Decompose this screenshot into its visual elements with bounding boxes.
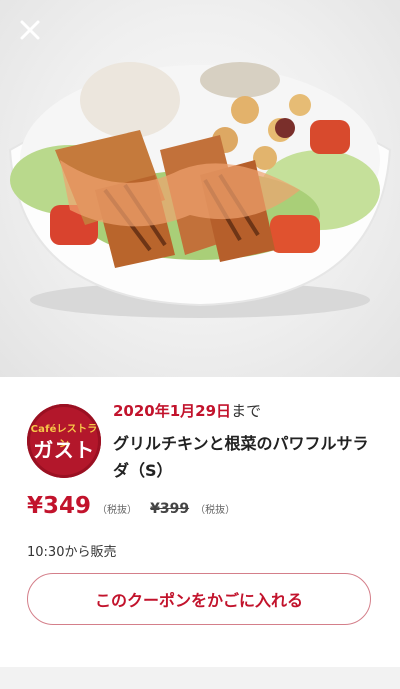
original-price-tax: （税抜）: [195, 505, 236, 516]
coupon-deadline: 2020年1月29日まで: [113, 400, 261, 421]
salad-image: [8, 62, 392, 318]
coupon-price-tax: （税抜）: [97, 505, 138, 516]
sale-time: 10:30から販売: [27, 545, 117, 560]
original-price: ¥399: [150, 501, 190, 517]
gusto-logo: Caféレストラン ガスト: [27, 404, 101, 478]
bottom-strip: [0, 667, 400, 689]
deadline-suffix: まで: [231, 402, 262, 420]
deadline-date: 2020年1月29日: [113, 402, 232, 420]
add-to-cart-button[interactable]: このクーポンをかごに入れる: [27, 573, 371, 625]
price-row: ¥349 （税抜） ¥399 （税抜）: [27, 493, 235, 519]
coupon-info: Caféレストラン ガスト 2020年1月29日まで グリルチキンと根菜のパワフ…: [0, 377, 400, 689]
close-button[interactable]: [14, 14, 46, 46]
product-photo: [0, 0, 400, 377]
close-icon: [20, 20, 40, 40]
logo-title: ガスト: [33, 438, 95, 462]
coupon-price: ¥349: [27, 493, 92, 519]
product-title: グリルチキンと根菜のパワフルサラダ（S）: [113, 434, 369, 480]
